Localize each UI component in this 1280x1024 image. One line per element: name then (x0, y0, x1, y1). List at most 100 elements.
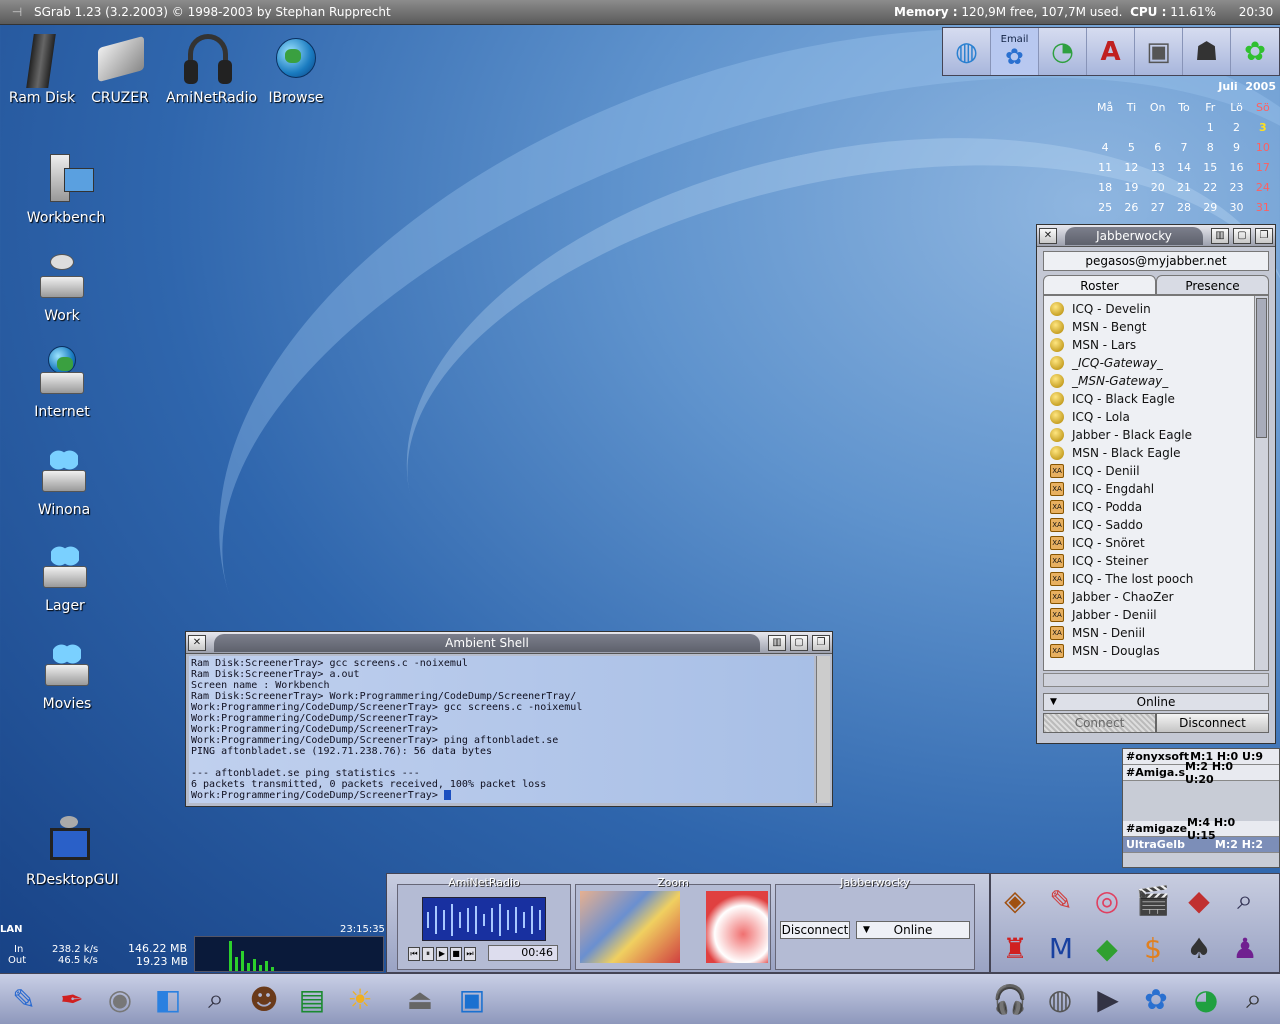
status-cycle[interactable]: ▼ Online (856, 921, 970, 939)
list-item[interactable]: XA Jabber - Deniil (1044, 606, 1268, 624)
tab-presence[interactable]: Presence (1156, 275, 1269, 295)
stop-icon[interactable]: ■ (450, 947, 462, 961)
zoom-icon[interactable]: ▢ (1233, 227, 1251, 244)
monitor-icon[interactable]: ▤ (290, 977, 334, 1021)
status-cycle[interactable]: ▼ Online (1043, 693, 1269, 711)
ram-disk-icon[interactable]: Ram Disk (0, 32, 84, 106)
headphones-icon[interactable]: 🎧 (988, 977, 1032, 1021)
irc-channel[interactable]: #Amiga.s M:2 H:0 U:20 (1123, 760, 1279, 786)
iconify-icon[interactable]: ▥ (1211, 227, 1229, 244)
work-drive-icon[interactable]: Work (20, 250, 104, 324)
aminetradio-player: AmiNetRadio ⏮ ⏸ ▶ ■ ⏭ 00:46 (397, 876, 571, 970)
depth-icon[interactable]: ❐ (1255, 227, 1273, 244)
puzzle-icon[interactable]: ◆ (1085, 926, 1129, 970)
winona-drive-icon[interactable]: Winona (22, 444, 106, 518)
horizontal-scrollbar[interactable] (1043, 673, 1269, 687)
jabberwocky-panel: Jabberwocky Disconnect ▼ Online (775, 876, 975, 970)
play-icon[interactable]: ▶ (436, 947, 448, 961)
list-item[interactable]: XA MSN - Douglas (1044, 642, 1268, 660)
chat-icon[interactable]: ◔ (1039, 28, 1087, 75)
ambient-shell-window: ✕ Ambient Shell ▥ ▢ ❐ Ram Disk:ScreenerT… (185, 631, 833, 807)
list-item[interactable]: XA ICQ - Snöret (1044, 534, 1268, 552)
tab-roster[interactable]: Roster (1043, 275, 1156, 295)
mplayer-icon[interactable]: ▶ (1086, 977, 1130, 1021)
app-launcher-icon[interactable]: ◈ (993, 878, 1037, 922)
pdf-reader-icon[interactable]: A (1087, 28, 1135, 75)
cruzer-drive-icon[interactable]: CRUZER (78, 32, 162, 106)
browser-globe-icon[interactable]: ◍ (943, 28, 991, 75)
butterfly-icon[interactable]: ✿ (1134, 977, 1178, 1021)
paint-icon[interactable]: ✎ (1039, 878, 1083, 922)
list-item[interactable]: ICQ - Black Eagle (1044, 390, 1268, 408)
ibrowse-icon[interactable]: IBrowse (254, 32, 338, 106)
list-item[interactable]: XA ICQ - Deniil (1044, 462, 1268, 480)
list-item[interactable]: _ICQ-Gateway_ (1044, 354, 1268, 372)
internet-drive-icon[interactable]: Internet (20, 346, 104, 420)
irc-channel[interactable]: #amigaze M:4 H:0 U:15 (1123, 816, 1279, 842)
search-icon[interactable]: ⌕ (194, 977, 238, 1021)
m-logo-icon[interactable]: M (1039, 926, 1083, 970)
weather-sun-icon[interactable]: ☀ (338, 977, 382, 1021)
cube-icon[interactable]: ◧ (146, 977, 190, 1021)
disk-icon[interactable]: ◆ (1177, 878, 1221, 922)
list-item[interactable]: MSN - Lars (1044, 336, 1268, 354)
next-icon[interactable]: ⏭ (464, 947, 476, 961)
dollar-icon[interactable]: $ (1131, 926, 1175, 970)
workbench-icon[interactable]: Workbench (24, 152, 108, 226)
movie-clapper-icon[interactable]: 🎬 (1131, 878, 1175, 922)
calendar-month: Juli 2005 (1218, 80, 1276, 93)
roster-list[interactable]: ICQ - Develin MSN - Bengt MSN - Lars _IC… (1043, 295, 1269, 671)
close-icon[interactable]: ✕ (188, 634, 206, 651)
list-item[interactable]: MSN - Black Eagle (1044, 444, 1268, 462)
list-item[interactable]: XA MSN - Deniil (1044, 624, 1268, 642)
lager-drive-icon[interactable]: Lager (23, 540, 107, 614)
movies-drive-icon[interactable]: Movies (25, 638, 109, 712)
disconnect-button[interactable]: Disconnect (1156, 713, 1269, 733)
roster-scrollbar[interactable] (1254, 296, 1268, 670)
list-item[interactable]: XA Jabber - ChaoZer (1044, 588, 1268, 606)
close-icon[interactable]: ✕ (1039, 227, 1057, 244)
aminetradio-icon[interactable]: AmiNetRadio (166, 32, 257, 106)
xa-status-icon: XA (1050, 554, 1064, 568)
list-item[interactable]: XA ICQ - Steiner (1044, 552, 1268, 570)
connect-globe-icon[interactable]: ◕ (1184, 977, 1228, 1021)
list-item[interactable]: ICQ - Develin (1044, 300, 1268, 318)
connect-button[interactable]: Connect (1043, 713, 1156, 733)
email-icon[interactable]: Email ✿ (991, 28, 1039, 75)
figure-icon[interactable]: ♟ (1223, 926, 1267, 970)
dvd-icon[interactable]: ◍ (1038, 977, 1082, 1021)
list-item[interactable]: Jabber - Black Eagle (1044, 426, 1268, 444)
rdesktopgui-icon[interactable]: RDesktopGUI (26, 814, 119, 888)
screen-tool-icon[interactable]: ▣ (1135, 28, 1183, 75)
iconify-icon[interactable]: ▥ (768, 634, 786, 651)
pause-icon[interactable]: ⏸ (422, 947, 434, 961)
list-item[interactable]: XA ICQ - Podda (1044, 498, 1268, 516)
swirl-icon[interactable]: ◎ (1085, 878, 1129, 922)
screen-depth-icon[interactable]: ⊣ (0, 0, 34, 25)
pen-icon[interactable]: ✒ (50, 977, 94, 1021)
scrollbar-thumb[interactable] (1256, 298, 1267, 438)
disconnect-button[interactable]: Disconnect (780, 921, 850, 939)
cards-icon[interactable]: ♠ (1177, 926, 1221, 970)
depth-icon[interactable]: ❐ (812, 634, 830, 651)
list-item[interactable]: MSN - Bengt (1044, 318, 1268, 336)
drive-icon[interactable]: ⏏ (398, 977, 442, 1021)
search-person-icon[interactable]: ⌕ (1232, 977, 1276, 1021)
shell-output[interactable]: Ram Disk:ScreenerTray> gcc screens.c -no… (189, 656, 814, 803)
zoom-icon[interactable]: ▢ (790, 634, 808, 651)
list-item[interactable]: XA ICQ - The lost pooch (1044, 570, 1268, 588)
previous-icon[interactable]: ⏮ (408, 947, 420, 961)
mario-game-icon[interactable]: ♜ (993, 926, 1037, 970)
list-item[interactable]: ICQ - Lola (1044, 408, 1268, 426)
icq-flower-icon[interactable]: ✿ (1231, 28, 1279, 75)
character-icon[interactable]: ☻ (242, 977, 286, 1021)
news-reader-icon[interactable]: ☗ (1183, 28, 1231, 75)
remote-desktop-icon[interactable]: ▣ (450, 977, 494, 1021)
magnifying-disk-icon[interactable]: ◉ (98, 977, 142, 1021)
list-item[interactable]: XA ICQ - Engdahl (1044, 480, 1268, 498)
magnifier-icon[interactable]: ⌕ (1223, 878, 1267, 922)
list-item[interactable]: XA ICQ - Saddo (1044, 516, 1268, 534)
shell-scrollbar[interactable] (816, 656, 830, 803)
list-item[interactable]: _MSN-Gateway_ (1044, 372, 1268, 390)
editor-icon[interactable]: ✎ (2, 977, 46, 1021)
